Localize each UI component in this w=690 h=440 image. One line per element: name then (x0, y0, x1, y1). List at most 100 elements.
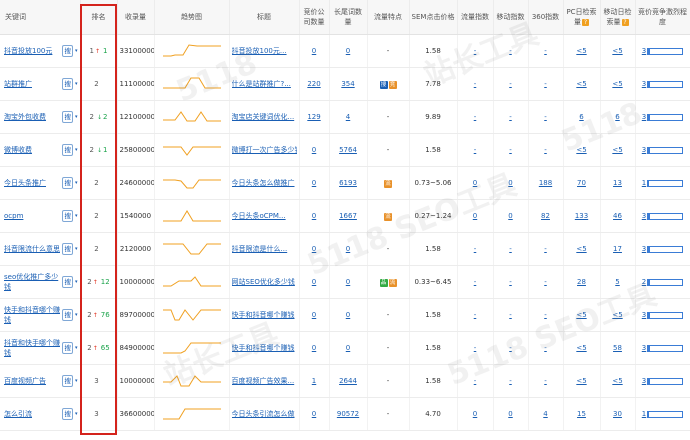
traffic-index-link[interactable]: - (474, 146, 477, 154)
long-tail-link[interactable]: 90572 (337, 410, 359, 418)
bid-companies-link[interactable]: 0 (312, 344, 316, 352)
bid-companies-link[interactable]: 0 (312, 47, 316, 55)
keyword-link[interactable]: 抖音和快手哪个赚钱 (4, 338, 60, 358)
title-link[interactable]: 今日头条怎么做推广 (232, 178, 297, 188)
chevron-down-icon[interactable]: ▾ (75, 178, 78, 188)
mobile-volume-link[interactable]: 6 (615, 113, 619, 121)
pc-volume-link[interactable]: <5 (576, 146, 586, 154)
long-tail-link[interactable]: 0 (346, 47, 350, 55)
chevron-down-icon[interactable]: ▾ (75, 244, 78, 254)
traffic-index-link[interactable]: 0 (473, 410, 477, 418)
competition-value[interactable]: 3 (642, 245, 646, 253)
title-link[interactable]: 今日头条oCPM... (232, 211, 297, 221)
competition-value[interactable]: 3 (642, 80, 646, 88)
traffic-index-link[interactable]: - (474, 113, 477, 121)
keyword-link[interactable]: 怎么引流 (4, 409, 60, 419)
pc-volume-link[interactable]: <5 (576, 80, 586, 88)
index-360-link[interactable]: 4 (543, 410, 547, 418)
competition-value[interactable]: 2 (642, 278, 646, 286)
mobile-volume-link[interactable]: <5 (612, 146, 622, 154)
search-button[interactable]: 搜 (62, 78, 73, 90)
keyword-link[interactable]: 快手和抖音哪个赚钱 (4, 305, 60, 325)
pc-volume-link[interactable]: <5 (576, 245, 586, 253)
traffic-index-link[interactable]: - (474, 245, 477, 253)
long-tail-link[interactable]: 0 (346, 344, 350, 352)
index-360-link[interactable]: - (544, 80, 547, 88)
mobile-index-link[interactable]: - (509, 146, 512, 154)
search-button[interactable]: 搜 (62, 177, 73, 189)
competition-value[interactable]: 3 (642, 146, 646, 154)
search-button[interactable]: 搜 (62, 342, 73, 354)
mobile-volume-link[interactable]: <5 (612, 80, 622, 88)
chevron-down-icon[interactable]: ▾ (75, 112, 78, 122)
chevron-down-icon[interactable]: ▾ (75, 310, 78, 320)
pc-volume-link[interactable]: <5 (576, 311, 586, 319)
pc-volume-link[interactable]: 28 (577, 278, 586, 286)
bid-companies-link[interactable]: 220 (307, 80, 320, 88)
traffic-index-link[interactable]: - (474, 344, 477, 352)
long-tail-link[interactable]: 0 (346, 245, 350, 253)
chevron-down-icon[interactable]: ▾ (75, 277, 78, 287)
mobile-volume-link[interactable]: 58 (613, 344, 622, 352)
search-button[interactable]: 搜 (62, 45, 73, 57)
header-rank[interactable]: 排名 (80, 0, 118, 35)
title-link[interactable]: 网站SEO优化多少钱 (232, 277, 297, 287)
competition-value[interactable]: 3 (642, 344, 646, 352)
index-360-link[interactable]: - (544, 113, 547, 121)
mobile-volume-link[interactable]: 17 (613, 245, 622, 253)
mobile-volume-link[interactable]: <5 (612, 377, 622, 385)
help-icon[interactable]: ? (621, 19, 629, 26)
traffic-index-link[interactable]: - (474, 47, 477, 55)
pc-volume-link[interactable]: <5 (576, 377, 586, 385)
bid-companies-link[interactable]: 1 (312, 377, 316, 385)
traffic-index-link[interactable]: - (474, 278, 477, 286)
competition-value[interactable]: 3 (642, 113, 646, 121)
mobile-index-link[interactable]: - (509, 113, 512, 121)
mobile-volume-link[interactable]: 13 (613, 179, 622, 187)
traffic-index-link[interactable]: 0 (473, 212, 477, 220)
keyword-link[interactable]: 百度视频广告 (4, 376, 60, 386)
keyword-link[interactable]: ocpm (4, 211, 60, 221)
pc-volume-link[interactable]: 15 (577, 410, 586, 418)
mobile-volume-link[interactable]: <5 (612, 311, 622, 319)
chevron-down-icon[interactable]: ▾ (75, 409, 78, 419)
keyword-link[interactable]: 微博收费 (4, 145, 60, 155)
traffic-index-link[interactable]: - (474, 311, 477, 319)
index-360-link[interactable]: - (544, 311, 547, 319)
mobile-index-link[interactable]: - (509, 344, 512, 352)
title-link[interactable]: 今日头条引流怎么做 (232, 409, 297, 419)
competition-value[interactable]: 3 (642, 47, 646, 55)
index-360-link[interactable]: - (544, 344, 547, 352)
title-link[interactable]: 微博打一次广告多少钱 (232, 145, 297, 155)
search-button[interactable]: 搜 (62, 276, 73, 288)
competition-value[interactable]: 3 (642, 377, 646, 385)
index-360-link[interactable]: - (544, 47, 547, 55)
title-link[interactable]: 快手和抖音哪个赚钱 (232, 343, 297, 353)
index-360-link[interactable]: 188 (539, 179, 552, 187)
pc-volume-link[interactable]: <5 (576, 344, 586, 352)
keyword-link[interactable]: 抖音投放100元 (4, 46, 60, 56)
pc-volume-link[interactable]: <5 (576, 47, 586, 55)
chevron-down-icon[interactable]: ▾ (75, 211, 78, 221)
index-360-link[interactable]: - (544, 278, 547, 286)
traffic-index-link[interactable]: - (474, 80, 477, 88)
search-button[interactable]: 搜 (62, 243, 73, 255)
title-link[interactable]: 百度视频广告效果... (232, 376, 297, 386)
competition-value[interactable]: 1 (642, 410, 646, 418)
mobile-volume-link[interactable]: 46 (613, 212, 622, 220)
mobile-index-link[interactable]: 0 (508, 410, 512, 418)
title-link[interactable]: 淘宝店关键词优化... (232, 112, 297, 122)
chevron-down-icon[interactable]: ▾ (75, 376, 78, 386)
chevron-down-icon[interactable]: ▾ (75, 46, 78, 56)
bid-companies-link[interactable]: 129 (307, 113, 320, 121)
long-tail-link[interactable]: 0 (346, 311, 350, 319)
keyword-link[interactable]: seo优化推广多少钱 (4, 272, 60, 292)
bid-companies-link[interactable]: 0 (312, 146, 316, 154)
mobile-index-link[interactable]: - (509, 80, 512, 88)
bid-companies-link[interactable]: 0 (312, 245, 316, 253)
long-tail-link[interactable]: 1667 (339, 212, 357, 220)
bid-companies-link[interactable]: 0 (312, 179, 316, 187)
mobile-index-link[interactable]: - (509, 311, 512, 319)
long-tail-link[interactable]: 354 (341, 80, 354, 88)
bid-companies-link[interactable]: 0 (312, 410, 316, 418)
